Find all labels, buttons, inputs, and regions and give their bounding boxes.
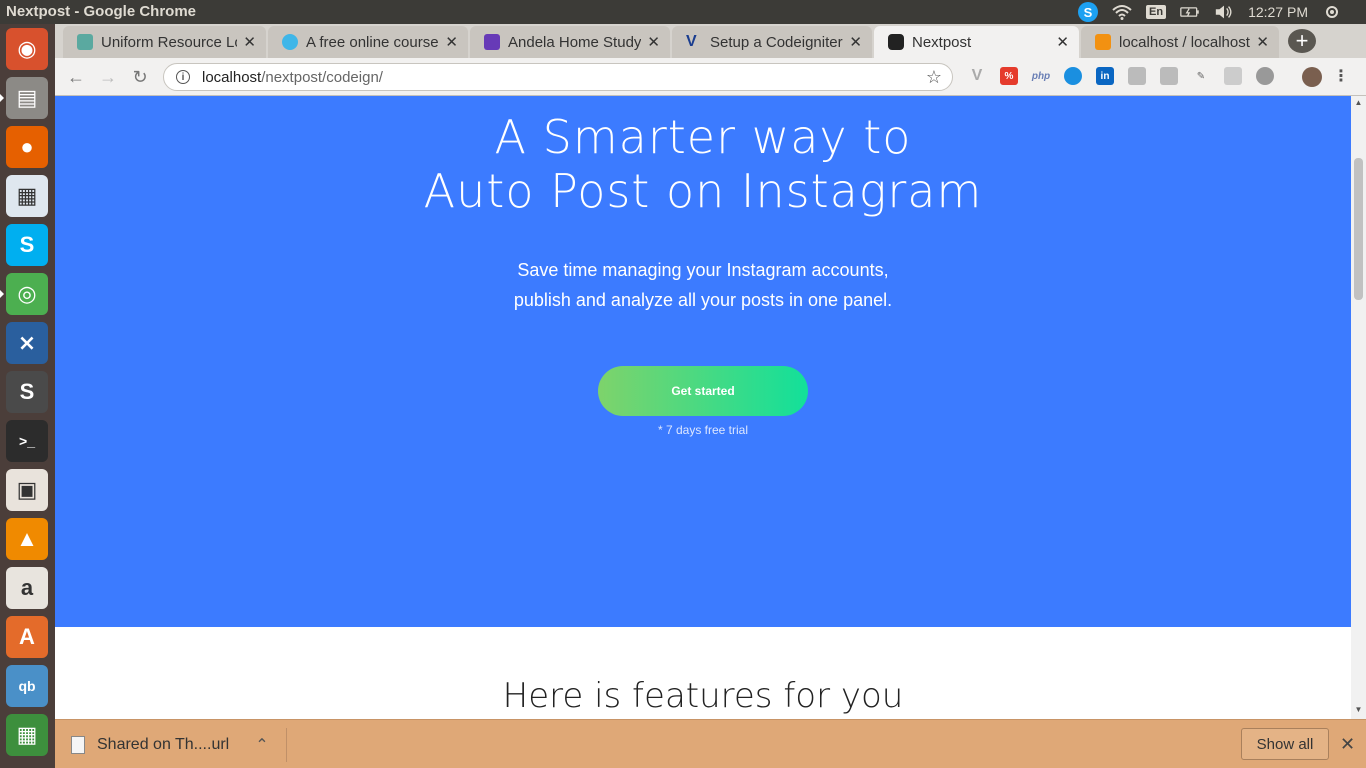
tab-close-icon[interactable]: ✕: [445, 33, 458, 51]
spreadsheet-icon[interactable]: ▦: [6, 714, 48, 756]
hero-subtitle-line2: publish and analyze all your posts in on…: [513, 290, 893, 310]
tab-setup-codeigniter[interactable]: V Setup a Codeigniter ✕: [672, 26, 872, 58]
system-top-panel: Nextpost - Google Chrome S En 12:27 PM: [0, 0, 1366, 24]
terminal-icon[interactable]: >_: [6, 420, 48, 462]
tab-favicon-icon: [77, 34, 93, 50]
extension-icon[interactable]: ✎: [1192, 67, 1210, 85]
system-tray: S En 12:27 PM: [1078, 0, 1366, 24]
percent-extension-icon[interactable]: %: [1000, 67, 1018, 85]
ubuntu-dash-icon[interactable]: ◉: [6, 28, 48, 70]
software-center-icon[interactable]: A: [6, 616, 48, 658]
tab-label: A free online course: [306, 33, 439, 51]
bookmark-star-icon[interactable]: ☆: [926, 67, 942, 88]
chevron-up-icon[interactable]: ⌃: [255, 735, 268, 755]
download-shelf: Shared on Th....url ⌃ Show all ✕: [55, 719, 1366, 768]
tab-close-icon[interactable]: ✕: [647, 33, 660, 51]
get-started-button[interactable]: Get started: [598, 366, 808, 416]
close-icon[interactable]: ✕: [1340, 734, 1355, 755]
impress-icon[interactable]: ▣: [6, 469, 48, 511]
amazon-icon[interactable]: a: [6, 567, 48, 609]
tab-favicon-icon: [484, 34, 500, 50]
forward-arrow-icon[interactable]: →: [97, 66, 119, 88]
vlc-icon[interactable]: ▲: [6, 518, 48, 560]
browser-tab-strip: Uniform Resource Lo ✕ A free online cour…: [55, 24, 1366, 58]
url-path: /nextpost/codeign/: [261, 68, 383, 86]
tab-localhost-phpmyadmin[interactable]: localhost / localhost ✕: [1081, 26, 1279, 58]
free-trial-note: * 7 days free trial: [657, 423, 749, 437]
tab-label: Setup a Codeigniter: [710, 33, 843, 51]
shelf-divider: [286, 728, 287, 762]
address-bar[interactable]: i localhost/nextpost/codeign/ ☆: [163, 63, 953, 91]
running-indicator: [0, 290, 4, 298]
tab-label: Uniform Resource Lo: [101, 33, 238, 51]
hero-subtitle-line1: Save time managing your Instagram accoun…: [517, 260, 889, 280]
site-info-icon[interactable]: i: [176, 70, 190, 84]
firefox-icon[interactable]: ●: [6, 126, 48, 168]
features-heading: Here is features for you: [502, 676, 904, 716]
power-gear-icon[interactable]: [1322, 3, 1342, 21]
tab-close-icon[interactable]: ✕: [243, 33, 256, 51]
hero-title-line2: Auto Post on Instagram: [423, 164, 983, 218]
page-scrollbar[interactable]: ▲ ▼: [1351, 96, 1366, 719]
profile-avatar[interactable]: [1302, 67, 1322, 87]
unity-launcher: ◉ ▤ ● ▦ S ◎ ⨯ S >_ ▣ ▲ a Aqb ▦: [0, 24, 55, 768]
page-viewport: A Smarter way to Auto Post on Instagram …: [55, 96, 1366, 719]
back-arrow-icon[interactable]: ←: [65, 66, 87, 88]
running-indicator: [0, 94, 4, 102]
tab-close-icon[interactable]: ✕: [849, 33, 862, 51]
tab-favicon-icon: [282, 34, 298, 50]
battery-icon[interactable]: [1180, 3, 1200, 21]
tab-andela-home-study[interactable]: Andela Home Study ✕: [470, 26, 670, 58]
tab-close-icon[interactable]: ✕: [1256, 33, 1269, 51]
browser-menu-icon[interactable]: ⋮: [1332, 67, 1350, 85]
files-icon[interactable]: ▤: [6, 77, 48, 119]
extension-icon[interactable]: [1160, 67, 1178, 85]
window-title: Nextpost - Google Chrome: [6, 3, 197, 20]
browser-toolbar: ← → ↻ i localhost/nextpost/codeign/ ☆ V …: [55, 58, 1366, 96]
tab-uniform-resource[interactable]: Uniform Resource Lo ✕: [63, 26, 266, 58]
qbittorrent-icon[interactable]: qb: [6, 665, 48, 707]
keyboard-layout-indicator[interactable]: En: [1146, 5, 1167, 19]
scroll-up-arrow-icon[interactable]: ▲: [1354, 98, 1363, 107]
extension-icon[interactable]: [1128, 67, 1146, 85]
scroll-down-arrow-icon[interactable]: ▼: [1354, 705, 1363, 714]
tab-label: Andela Home Study: [508, 33, 642, 51]
linkedin-extension-icon[interactable]: in: [1096, 67, 1114, 85]
reload-icon[interactable]: ↻: [129, 66, 151, 88]
wifi-icon[interactable]: [1112, 3, 1132, 21]
download-item[interactable]: Shared on Th....url ⌃: [71, 730, 269, 760]
tab-favicon-icon: [1095, 34, 1111, 50]
url-host: localhost: [202, 68, 262, 86]
cloud-extension-icon[interactable]: [1064, 67, 1082, 85]
skype-tray-icon[interactable]: S: [1078, 2, 1098, 22]
hero-title-line1: A Smarter way to: [494, 110, 912, 164]
chrome-icon[interactable]: ◎: [6, 273, 48, 315]
tab-favicon-icon: [888, 34, 904, 50]
scrollbar-thumb[interactable]: [1354, 158, 1363, 300]
file-icon: [71, 736, 85, 754]
show-all-downloads-button[interactable]: Show all: [1241, 728, 1329, 760]
skype-icon[interactable]: S: [6, 224, 48, 266]
tab-nextpost[interactable]: Nextpost ✕: [874, 26, 1079, 58]
volume-icon[interactable]: [1214, 3, 1234, 21]
tab-label: localhost / localhost: [1119, 33, 1250, 51]
tab-favicon-icon: V: [686, 33, 697, 50]
tab-label: Nextpost: [912, 33, 972, 51]
vue-devtools-extension-icon[interactable]: V: [968, 67, 986, 85]
extension-icon[interactable]: [1224, 67, 1242, 85]
clock[interactable]: 12:27 PM: [1248, 4, 1308, 20]
extension-icon[interactable]: [1256, 67, 1274, 85]
download-filename: Shared on Th....url: [97, 736, 230, 753]
tab-close-icon[interactable]: ✕: [1056, 33, 1069, 51]
sublime-text-icon[interactable]: S: [6, 371, 48, 413]
tab-free-online-course[interactable]: A free online course ✕: [268, 26, 468, 58]
vscode-icon[interactable]: ⨯: [6, 322, 48, 364]
hero-section: A Smarter way to Auto Post on Instagram …: [55, 96, 1351, 627]
new-tab-button[interactable]: +: [1288, 28, 1316, 53]
php-extension-icon[interactable]: php: [1032, 67, 1050, 85]
libreoffice-writer-icon[interactable]: ▦: [6, 175, 48, 217]
